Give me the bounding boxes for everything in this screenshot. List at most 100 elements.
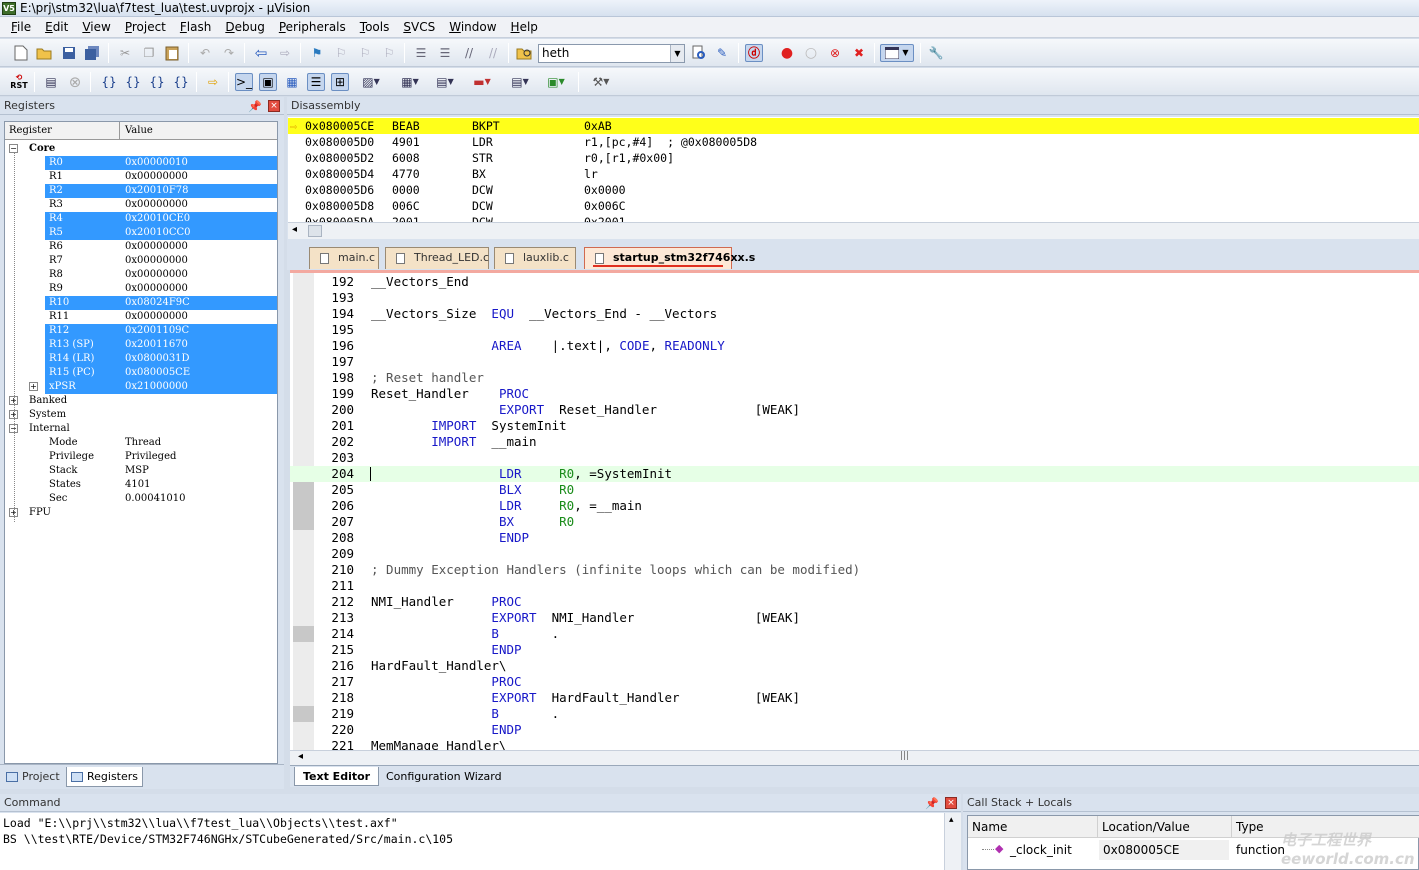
register-value[interactable]: 0x0800031D xyxy=(125,352,190,366)
register-row[interactable]: R14 (LR) 0x0800031D xyxy=(5,352,277,366)
indent-icon[interactable]: ☰ xyxy=(412,44,430,62)
menu-tools[interactable]: Tools xyxy=(353,17,397,37)
register-row[interactable]: + Banked xyxy=(5,394,277,408)
step-over-icon[interactable]: {} xyxy=(124,73,142,91)
register-row[interactable]: − Core xyxy=(5,142,277,156)
next-bookmark-icon[interactable]: ⚐ xyxy=(356,44,374,62)
step-out-icon[interactable]: {} xyxy=(148,73,166,91)
code-line[interactable]: 206 LDR R0, =__main xyxy=(290,498,1419,514)
register-value[interactable]: Privileged xyxy=(125,450,176,464)
register-value[interactable]: 0x00000000 xyxy=(125,254,188,268)
comment-icon[interactable]: // xyxy=(460,44,478,62)
register-value[interactable]: 0x08024F9C xyxy=(125,296,190,310)
system-viewer-icon[interactable]: ▣ ▼ xyxy=(541,73,571,91)
disable-breakpoints-icon[interactable]: ⊗ xyxy=(826,44,844,62)
disassembly-line[interactable]: 0x080005D2 6008 STR r0,[r1,#0x00] xyxy=(288,150,1419,166)
register-row[interactable]: Privilege Privileged xyxy=(5,450,277,464)
nav-back-icon[interactable]: ⇦ xyxy=(252,44,270,62)
register-row[interactable]: + System xyxy=(5,408,277,422)
code-line[interactable]: 207 BX R0 xyxy=(290,514,1419,530)
tab-configuration-wizard[interactable]: Configuration Wizard xyxy=(378,767,510,786)
expand-icon[interactable]: + xyxy=(29,382,38,391)
undo-icon[interactable]: ↶ xyxy=(196,44,214,62)
scroll-left-icon[interactable]: ◂ xyxy=(292,224,297,235)
register-row[interactable]: + FPU xyxy=(5,506,277,520)
enable-breakpoint-icon[interactable]: ○ xyxy=(802,44,820,62)
register-row[interactable]: R2 0x20010F78 xyxy=(5,184,277,198)
scroll-thumb[interactable] xyxy=(308,225,322,237)
new-file-icon[interactable] xyxy=(12,44,30,62)
editor-hscrollbar[interactable]: ◂ ||| xyxy=(290,750,1419,765)
incremental-find-icon[interactable]: ✎ xyxy=(713,44,731,62)
code-line[interactable]: 204 LDR R0, =SystemInit xyxy=(290,466,1419,482)
scroll-grip-icon[interactable]: ||| xyxy=(900,751,909,761)
call-stack-window-icon[interactable]: ⊞ xyxy=(331,73,349,91)
find-in-files-icon[interactable] xyxy=(515,44,533,62)
code-line[interactable]: 219 B . xyxy=(290,706,1419,722)
menu-peripherals[interactable]: Peripherals xyxy=(272,17,353,37)
insert-breakpoint-icon[interactable]: ● xyxy=(778,44,796,62)
code-line[interactable]: 195 xyxy=(290,322,1419,338)
cut-icon[interactable]: ✂ xyxy=(116,44,134,62)
register-value[interactable]: 0x20010F78 xyxy=(125,184,188,198)
disassembly-view[interactable]: ⇨ 0x080005CE BEAB BKPT 0xAB 0x080005D0 4901 LDR… xyxy=(288,117,1419,222)
memory-window-icon[interactable]: ▦ ▼ xyxy=(393,73,427,91)
code-line[interactable]: 216 HardFault_Handler\ xyxy=(290,658,1419,674)
register-row[interactable]: R6 0x00000000 xyxy=(5,240,277,254)
code-line[interactable]: 193 xyxy=(290,290,1419,306)
code-line[interactable]: 215 ENDP xyxy=(290,642,1419,658)
copy-icon[interactable]: ❐ xyxy=(140,44,158,62)
menu-project[interactable]: Project xyxy=(118,17,173,37)
register-value[interactable]: MSP xyxy=(125,464,149,478)
code-line[interactable]: 218 EXPORT HardFault_Handler [WEAK] xyxy=(290,690,1419,706)
register-row[interactable]: R10 0x08024F9C xyxy=(5,296,277,310)
menu-window[interactable]: Window xyxy=(442,17,503,37)
save-icon[interactable] xyxy=(60,44,78,62)
show-next-statement-icon[interactable]: ⇨ xyxy=(204,73,222,91)
register-value[interactable]: 4101 xyxy=(125,478,150,492)
disassembly-line[interactable]: 0x080005D8 006C DCW 0x006C xyxy=(288,198,1419,214)
register-value[interactable]: 0x20010CE0 xyxy=(125,212,190,226)
register-row[interactable]: States 4101 xyxy=(5,478,277,492)
open-folder-icon[interactable] xyxy=(35,44,53,62)
pin-icon[interactable]: 📌 xyxy=(925,795,939,813)
code-line[interactable]: 201 IMPORT SystemInit xyxy=(290,418,1419,434)
code-line[interactable]: 210 ; Dummy Exception Handlers (infinite … xyxy=(290,562,1419,578)
code-line[interactable]: 212 NMI_Handler PROC xyxy=(290,594,1419,610)
code-line[interactable]: 194 __Vectors_Size EQU __Vectors_End - __… xyxy=(290,306,1419,322)
unindent-icon[interactable]: ☰ xyxy=(436,44,454,62)
uncomment-icon[interactable]: // xyxy=(484,44,502,62)
register-row[interactable]: R5 0x20010CC0 xyxy=(5,226,277,240)
prev-bookmark-icon[interactable]: ⚐ xyxy=(332,44,350,62)
register-value[interactable]: 0x00000000 xyxy=(125,310,188,324)
register-row[interactable]: R3 0x00000000 xyxy=(5,198,277,212)
register-value[interactable]: 0x00000010 xyxy=(125,156,188,170)
clear-bookmarks-icon[interactable]: ⚐ xyxy=(380,44,398,62)
code-line[interactable]: 197 xyxy=(290,354,1419,370)
code-line[interactable]: 200 EXPORT Reset_Handler [WEAK] xyxy=(290,402,1419,418)
register-row[interactable]: R9 0x00000000 xyxy=(5,282,277,296)
menu-file[interactable]: File xyxy=(4,17,38,37)
analysis-window-icon[interactable]: ▬ ▼ xyxy=(468,73,496,91)
tab-text-editor[interactable]: Text Editor xyxy=(294,767,380,786)
code-line[interactable]: 196 AREA |.text|, CODE, READONLY xyxy=(290,338,1419,354)
scroll-up-icon[interactable]: ▴ xyxy=(949,815,954,825)
close-icon[interactable]: × xyxy=(945,797,957,809)
redo-icon[interactable]: ↷ xyxy=(220,44,238,62)
register-value[interactable]: Thread xyxy=(125,436,161,450)
disassembly-line[interactable]: 0x080005D6 0000 DCW 0x0000 xyxy=(288,182,1419,198)
register-row[interactable]: − Internal xyxy=(5,422,277,436)
tab-main-c[interactable]: main.c xyxy=(309,247,379,269)
tab-registers[interactable]: Registers xyxy=(66,767,144,787)
menu-edit[interactable]: Edit xyxy=(38,17,75,37)
disassembly-line[interactable]: ⇨ 0x080005CE BEAB BKPT 0xAB xyxy=(288,118,1419,134)
code-line[interactable]: 199 Reset_Handler PROC xyxy=(290,386,1419,402)
register-value[interactable]: 0x00000000 xyxy=(125,240,188,254)
col-register[interactable]: Register xyxy=(9,125,52,136)
disassembly-line[interactable]: 0x080005D4 4770 BX lr xyxy=(288,166,1419,182)
command-window-icon[interactable]: >_ xyxy=(235,73,253,91)
window-layout-icon[interactable]: ▼ xyxy=(880,44,914,62)
chevron-down-icon[interactable]: ▼ xyxy=(670,45,684,62)
save-all-icon[interactable] xyxy=(83,44,101,62)
col-name[interactable]: Name xyxy=(968,816,1098,838)
